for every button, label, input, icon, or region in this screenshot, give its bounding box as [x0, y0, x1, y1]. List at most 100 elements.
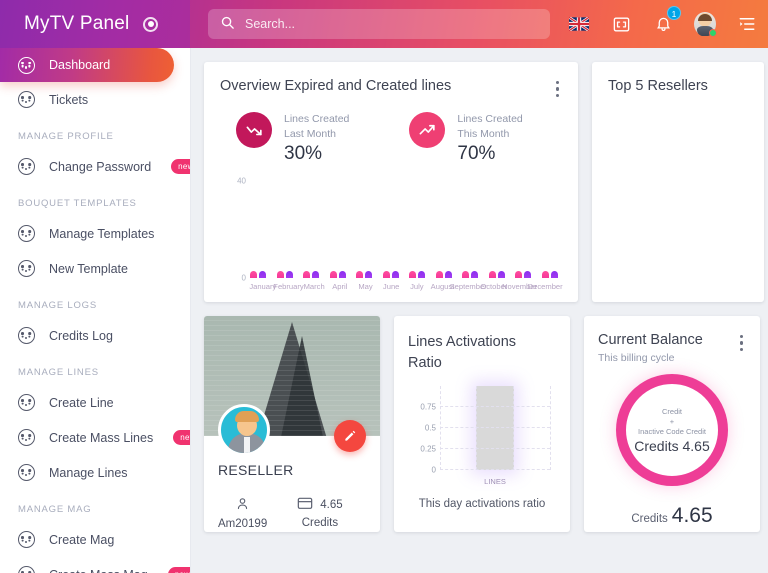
- pencil-icon: [345, 430, 356, 441]
- x-tick: July: [410, 282, 424, 291]
- bar-group: [382, 271, 399, 278]
- menu-list-icon[interactable]: [736, 13, 758, 35]
- bar-created: [329, 271, 337, 278]
- sidebar-item-create-mass-lines[interactable]: Create Mass Lines new: [0, 420, 190, 455]
- sidebar-item-label: Create Line: [49, 395, 114, 410]
- user-icon: [235, 496, 250, 514]
- search-input[interactable]: [245, 17, 538, 31]
- search-box[interactable]: [208, 9, 550, 39]
- fullscreen-icon[interactable]: [610, 13, 632, 35]
- grid-line: [440, 406, 550, 407]
- trend-up-icon: [409, 112, 446, 149]
- dashboard-page: MyTV Panel Search... 1 Dashboard Tickets…: [0, 0, 768, 573]
- bar-group: [356, 271, 373, 278]
- y-tick: 0: [431, 465, 436, 475]
- balance-footer-label: Credits: [631, 513, 668, 525]
- sidebar-item-new-template[interactable]: New Template: [0, 251, 190, 286]
- credit-card-icon: [297, 496, 313, 513]
- bell-icon[interactable]: 1: [652, 6, 681, 35]
- bar-expired: [338, 271, 346, 278]
- balance-donut: Credit + Inactive Code Credit Credits 4.…: [616, 374, 728, 486]
- brand-area[interactable]: MyTV Panel: [0, 0, 190, 48]
- sidebar-group-label: MANAGE LINES: [18, 367, 99, 378]
- chart-plot-area: [250, 171, 558, 278]
- balance-footer: Credits 4.65: [584, 504, 760, 528]
- sidebar-item-manage-lines[interactable]: Manage Lines: [0, 455, 190, 490]
- stat-value: 4.65: [320, 498, 343, 511]
- stat-username: Am20199: [218, 496, 267, 530]
- bar-expired: [471, 271, 479, 278]
- bar-created: [276, 271, 284, 278]
- bar-expired: [285, 271, 293, 278]
- grid-line: [440, 427, 550, 428]
- overview-kpis: Lines Created Last Month 30% Lines Creat…: [236, 112, 562, 165]
- edit-profile-button[interactable]: [334, 420, 366, 452]
- bar-created: [356, 271, 364, 278]
- bar-group: [541, 271, 558, 278]
- bar-expired: [312, 271, 320, 278]
- kebab-menu-icon[interactable]: [553, 78, 562, 100]
- activations-chart: 0 0.25 0.5 0.75 LINES: [408, 386, 556, 486]
- sidebar-item-create-line[interactable]: Create Line: [0, 385, 190, 420]
- bar-created: [250, 271, 257, 278]
- reseller-profile-card: RESELLER Am20199 4.65 Credits: [204, 316, 380, 532]
- uk-flag-icon[interactable]: [568, 13, 590, 35]
- stat-label: Credits: [301, 517, 339, 529]
- profile-stats: Am20199 4.65 Credits: [218, 496, 366, 530]
- sidebar-item-tickets[interactable]: Tickets: [0, 82, 190, 117]
- y-tick: 0: [241, 273, 246, 283]
- balance-footer-value: 4.65: [671, 504, 713, 527]
- kpi-label-2: Last Month: [284, 128, 336, 141]
- y-tick: 0.5: [424, 423, 436, 433]
- sidebar-item-label: New Template: [49, 261, 128, 276]
- avatar-icon[interactable]: [694, 12, 717, 37]
- sidebar-item-label: Dashboard: [49, 58, 111, 72]
- sidebar-item-create-mass-mag[interactable]: Create Mass Mag new: [0, 557, 190, 573]
- sidebar-item-credits-log[interactable]: Credits Log: [0, 318, 190, 353]
- x-tick: May: [358, 282, 373, 291]
- bar-created: [515, 271, 523, 278]
- sidebar-group-label: BOUQUET TEMPLATES: [18, 198, 137, 209]
- page-title: RESELLER: [218, 462, 294, 478]
- top-header: MyTV Panel Search... 1: [0, 0, 768, 48]
- activations-title-line2: Ratio: [408, 355, 442, 371]
- nav-dots-icon: [18, 464, 35, 481]
- grid-line: [440, 448, 550, 449]
- kpi-label-1: Lines Created: [284, 113, 350, 126]
- kpi-value: 70%: [457, 143, 496, 165]
- nav-dots-icon: [18, 566, 35, 573]
- balance-subtitle: This billing cycle: [598, 352, 675, 364]
- search-area: [190, 9, 568, 39]
- activations-title-line1: Lines Activations: [408, 334, 517, 350]
- x-tick: June: [382, 282, 400, 291]
- chart-y-axis: 0 40: [222, 171, 248, 282]
- overview-title: Overview Expired and Created lines: [220, 78, 452, 94]
- sidebar-item-create-mag[interactable]: Create Mag: [0, 522, 190, 557]
- top5-title: Top 5 Resellers: [608, 78, 708, 94]
- header-icon-group: 1: [568, 6, 768, 37]
- sidebar-item-label: Create Mass Lines: [49, 430, 154, 445]
- sidebar-item-label: Credits Log: [49, 328, 113, 343]
- grid-line-v: [440, 386, 441, 470]
- balance-header: Current Balance This billing cycle: [598, 332, 746, 364]
- grid-line: [440, 469, 550, 470]
- bar-created: [435, 271, 443, 278]
- nav-dots-icon: [18, 225, 35, 242]
- x-tick: April: [332, 282, 348, 291]
- avatar: [218, 404, 270, 456]
- sidebar-item-label: Create Mass Mag: [49, 568, 148, 573]
- nav-dots-icon: [18, 531, 35, 548]
- nav-dots-icon: [18, 260, 35, 277]
- sidebar-item-manage-templates[interactable]: Manage Templates: [0, 216, 190, 251]
- sidebar-item-change-password[interactable]: Change Password new: [0, 149, 190, 184]
- sidebar-item-label: Manage Lines: [49, 465, 128, 480]
- sidebar-item-dashboard[interactable]: Dashboard: [0, 48, 174, 82]
- kpi-value: 30%: [284, 143, 323, 165]
- donut-line-2: +: [669, 416, 675, 426]
- nav-dots-icon: [18, 56, 35, 74]
- grid-line-v: [512, 386, 514, 470]
- sidebar-item-label: Tickets: [49, 92, 89, 107]
- kebab-menu-icon[interactable]: [737, 332, 746, 354]
- bar-created: [303, 271, 311, 278]
- overview-card: Overview Expired and Created lines Lines…: [204, 62, 578, 302]
